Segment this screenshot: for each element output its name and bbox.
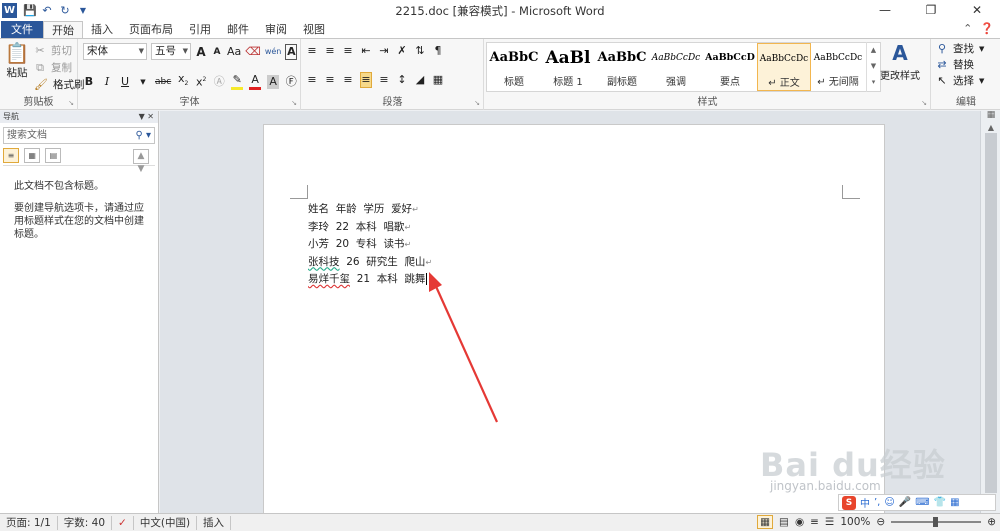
web-layout-icon[interactable]: ◉ [795, 516, 804, 528]
arrow-shaft [432, 281, 499, 423]
status-right: ▦ ▤ ◉ ≡ ☰ 100% ⊖ ⊕ [757, 515, 996, 529]
outline-icon[interactable]: ≡ [810, 516, 819, 528]
watermark-url: jingyan.baidu.com [770, 479, 881, 493]
zoom-out-icon[interactable]: ⊖ [876, 516, 885, 528]
language[interactable]: 中文(中国) [134, 515, 198, 530]
proofing-icon[interactable]: ✓ [112, 515, 134, 530]
skin-icon[interactable]: 👕 [934, 497, 946, 508]
arrow-head [429, 272, 442, 292]
insert-mode[interactable]: 插入 [197, 515, 232, 530]
keyboard-icon[interactable]: ⌨ [915, 497, 929, 508]
mic-icon[interactable]: 🎤 [899, 497, 911, 508]
ime-toolbar: S 中 ’, ☺ 🎤 ⌨ 👕 ▦ [838, 494, 996, 511]
status-bar: 页面: 1/1 字数: 40 ✓ 中文(中国) 插入 ▦ ▤ ◉ ≡ ☰ 100… [0, 513, 1000, 531]
punctuation-icon[interactable]: ’, [874, 497, 880, 508]
page-count[interactable]: 页面: 1/1 [0, 515, 58, 530]
word-count[interactable]: 字数: 40 [58, 515, 113, 530]
menu-icon[interactable]: ▦ [950, 497, 959, 508]
zoom-slider-knob[interactable] [933, 517, 939, 527]
zoom-in-icon[interactable]: ⊕ [987, 516, 996, 528]
emoji-icon[interactable]: ☺ [884, 497, 894, 508]
zoom-slider[interactable] [891, 517, 982, 527]
full-screen-reading-icon[interactable]: ▤ [779, 516, 789, 528]
zoom-level[interactable]: 100% [840, 516, 870, 528]
sogou-logo-icon[interactable]: S [842, 495, 856, 510]
ime-mode[interactable]: 中 [860, 495, 870, 510]
draft-icon[interactable]: ☰ [825, 516, 834, 528]
print-layout-icon[interactable]: ▦ [757, 515, 774, 529]
